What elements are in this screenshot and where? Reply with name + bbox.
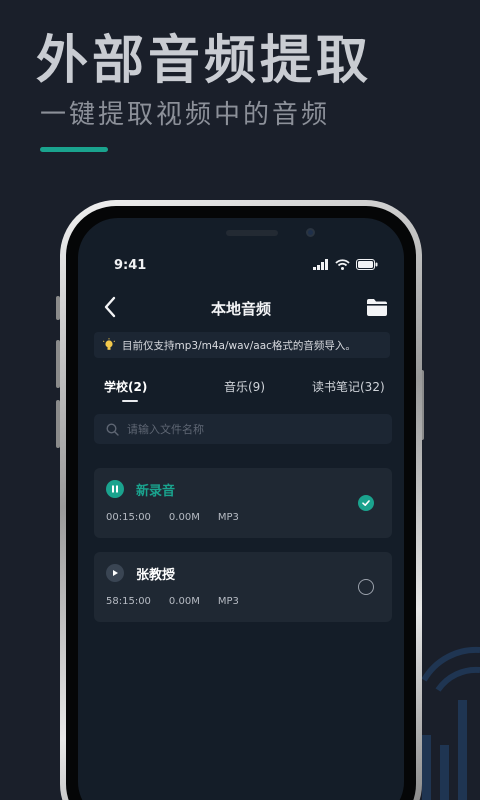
- format-notice: 目前仅支持mp3/m4a/wav/aac格式的音频导入。: [94, 332, 390, 358]
- hero-title: 外部音频提取: [36, 31, 373, 91]
- search-input[interactable]: [127, 422, 367, 436]
- category-tabs: 学校(2) 音乐(9) 读书笔记(32): [94, 378, 394, 408]
- select-checkbox-unchecked[interactable]: [358, 579, 374, 595]
- file-size: 0.00M: [168, 596, 200, 607]
- file-meta: 00:15:00 0.00M MP3: [106, 512, 257, 523]
- tab-school[interactable]: 学校(2): [104, 378, 147, 395]
- status-time: 9:41: [114, 258, 147, 273]
- search-bar: [94, 414, 392, 444]
- file-item[interactable]: 新录音 00:15:00 0.00M MP3: [94, 468, 392, 538]
- active-tab-indicator: [122, 400, 138, 402]
- phone-bezel: 9:41 本地音频 目前仅支持mp3/m4a/wav/aac格式的音频导入。 学…: [66, 206, 416, 800]
- hero-subtitle: 一键提取视频中的音频: [40, 100, 331, 130]
- file-duration: 58:15:00: [106, 596, 151, 607]
- front-camera: [306, 228, 315, 237]
- play-button[interactable]: [106, 564, 124, 582]
- folder-button[interactable]: [362, 292, 392, 322]
- check-icon: [362, 500, 370, 506]
- play-icon: [113, 570, 118, 576]
- file-format: MP3: [217, 596, 239, 607]
- file-item[interactable]: 张教授 58:15:00 0.00M MP3: [94, 552, 392, 622]
- file-format: MP3: [217, 512, 239, 523]
- hero-accent-bar: [40, 147, 108, 152]
- file-name: 新录音: [136, 484, 176, 499]
- lightbulb-icon: [102, 338, 116, 350]
- file-name: 张教授: [136, 568, 176, 583]
- tab-reading-notes[interactable]: 读书笔记(32): [312, 378, 385, 395]
- battery-icon: [356, 259, 378, 270]
- file-meta: 58:15:00 0.00M MP3: [106, 596, 257, 607]
- signal-icon: [313, 259, 328, 270]
- pause-icon: [112, 485, 118, 493]
- search-icon: [106, 422, 119, 436]
- file-size: 0.00M: [168, 512, 200, 523]
- file-duration: 00:15:00: [106, 512, 151, 523]
- speaker-grille: [226, 230, 278, 236]
- status-icons: [313, 259, 378, 270]
- folder-icon: [367, 299, 387, 316]
- pause-button[interactable]: [106, 480, 124, 498]
- phone-screen: 9:41 本地音频 目前仅支持mp3/m4a/wav/aac格式的音频导入。 学…: [78, 218, 404, 800]
- tab-music[interactable]: 音乐(9): [224, 378, 265, 395]
- page-title: 本地音频: [210, 300, 271, 318]
- wifi-icon: [335, 259, 350, 270]
- select-checkbox-checked[interactable]: [358, 495, 374, 511]
- phone-frame: 9:41 本地音频 目前仅支持mp3/m4a/wav/aac格式的音频导入。 学…: [60, 200, 422, 800]
- notice-text: 目前仅支持mp3/m4a/wav/aac格式的音频导入。: [122, 339, 356, 352]
